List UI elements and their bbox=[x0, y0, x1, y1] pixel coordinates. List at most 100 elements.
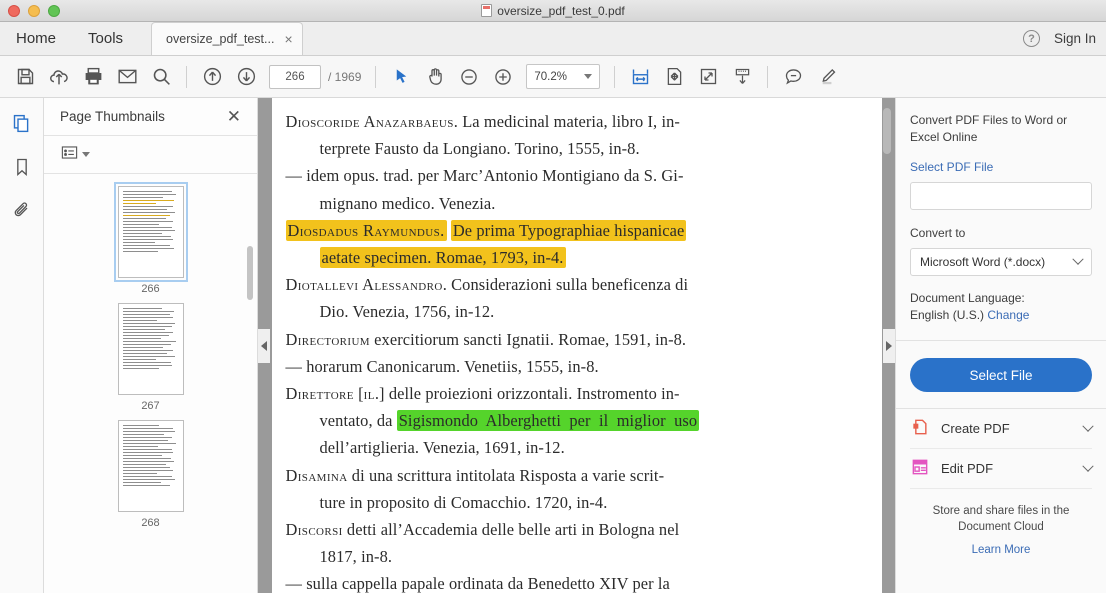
next-page-icon[interactable] bbox=[229, 60, 263, 94]
doc-line: Diotallevi Alessandro. Considerazioni su… bbox=[285, 275, 689, 295]
menu-tools[interactable]: Tools bbox=[72, 22, 139, 55]
upload-cloud-icon[interactable] bbox=[42, 60, 76, 94]
zoom-level-dropdown[interactable]: 70.2% bbox=[526, 64, 601, 89]
window-titlebar: oversize_pdf_test_0.pdf bbox=[0, 0, 1106, 22]
hand-pan-icon[interactable] bbox=[418, 60, 452, 94]
edit-pdf-label: Edit PDF bbox=[941, 461, 994, 476]
doc-line: — idem opus. trad. per Marc’Antonio Mont… bbox=[285, 166, 684, 186]
edit-pdf-row[interactable]: Edit PDF bbox=[910, 449, 1094, 489]
document-view[interactable]: Dioscoride Anazarbaeus. La medicinal mat… bbox=[258, 98, 895, 593]
app-body: Page Thumbnails ✕ 266 267 268 Dioscoride… bbox=[0, 98, 1106, 593]
sign-in-button[interactable]: Sign In bbox=[1054, 31, 1096, 46]
chevron-down-icon bbox=[1082, 460, 1094, 472]
doc-line: ture in proposito di Comacchio. 1720, in… bbox=[319, 492, 608, 512]
doc-line: — horarum Canonicarum. Venetiis, 1555, i… bbox=[285, 356, 599, 376]
doc-line: Direttore [il.] delle proiezioni orizzon… bbox=[285, 384, 680, 404]
doc-line: dell’artiglieria. Venezia, 1691, in-12. bbox=[319, 438, 565, 458]
account-area: ? Sign In bbox=[1022, 22, 1096, 55]
doc-line: Directorium exercitiorum sancti Ignatii.… bbox=[285, 329, 687, 349]
doc-line: ventato, da Sigismondo Alberghetti per i… bbox=[319, 410, 700, 432]
thumbnail-page-number: 266 bbox=[141, 283, 160, 295]
full-screen-icon[interactable] bbox=[691, 60, 725, 94]
document-language-value: English (U.S.) bbox=[910, 308, 985, 322]
document-scrollbar-thumb[interactable] bbox=[883, 108, 891, 154]
chevron-left-icon bbox=[261, 340, 267, 351]
tab-close-icon[interactable]: × bbox=[284, 31, 292, 47]
thumbnail-item[interactable]: 267 bbox=[44, 303, 257, 412]
right-tools-panel: Convert PDF Files to Word or Excel Onlin… bbox=[895, 98, 1106, 593]
menu-home[interactable]: Home bbox=[0, 22, 72, 55]
convert-to-dropdown[interactable]: Microsoft Word (*.docx) bbox=[910, 248, 1092, 276]
toolbar-separator bbox=[186, 65, 187, 88]
tab-document[interactable]: oversize_pdf_test... × bbox=[151, 22, 303, 55]
highlighter-icon[interactable] bbox=[810, 60, 844, 94]
create-pdf-icon bbox=[910, 417, 930, 440]
edit-pdf-icon bbox=[910, 457, 930, 480]
doc-line: 1817, in-8. bbox=[319, 547, 393, 567]
thumbnail-page-image[interactable] bbox=[113, 182, 188, 282]
left-rail bbox=[0, 98, 44, 593]
document-language: Document Language: English (U.S.) Change bbox=[910, 290, 1092, 324]
thumbnail-item[interactable]: 268 bbox=[44, 420, 257, 529]
print-icon[interactable] bbox=[76, 60, 110, 94]
comment-icon[interactable] bbox=[776, 60, 810, 94]
acrobat-window: oversize_pdf_test_0.pdf Home Tools overs… bbox=[0, 0, 1106, 593]
create-pdf-label: Create PDF bbox=[941, 421, 1010, 436]
doc-line: terprete Fausto da Longiano. Torino, 155… bbox=[319, 139, 640, 159]
toolbar-separator-2 bbox=[375, 65, 377, 88]
thumbnail-page-number: 267 bbox=[141, 400, 160, 412]
help-icon[interactable]: ? bbox=[1022, 30, 1040, 47]
search-icon[interactable] bbox=[144, 60, 178, 94]
thumbnails-scrollbar[interactable] bbox=[247, 246, 253, 300]
bookmark-icon[interactable] bbox=[7, 152, 37, 182]
chevron-down-icon bbox=[1072, 253, 1084, 265]
email-icon[interactable] bbox=[110, 60, 144, 94]
scroll-down-icon[interactable] bbox=[725, 60, 759, 94]
paperclip-icon[interactable] bbox=[7, 196, 37, 226]
list-options-icon[interactable] bbox=[60, 143, 79, 167]
save-icon[interactable] bbox=[8, 60, 42, 94]
select-pdf-file-link[interactable]: Select PDF File bbox=[910, 160, 1092, 174]
learn-more-link[interactable]: Learn More bbox=[910, 544, 1092, 556]
pdf-document-icon bbox=[481, 4, 493, 17]
close-icon[interactable]: ✕ bbox=[227, 108, 241, 125]
select-file-button[interactable]: Select File bbox=[910, 358, 1092, 392]
page-total-label: / 1969 bbox=[328, 69, 362, 84]
pdf-file-input[interactable] bbox=[910, 182, 1092, 210]
zoom-out-icon[interactable] bbox=[452, 60, 486, 94]
zoom-in-icon[interactable] bbox=[486, 60, 520, 94]
cursor-select-icon[interactable] bbox=[384, 60, 418, 94]
convert-to-label: Convert to bbox=[910, 226, 966, 240]
thumbnails-list[interactable]: 266 267 268 bbox=[44, 174, 257, 593]
change-language-link[interactable]: Change bbox=[987, 308, 1029, 322]
chevron-down-icon bbox=[1082, 420, 1094, 432]
thumbnail-item[interactable]: 266 bbox=[44, 182, 257, 295]
doc-line: — sulla cappella papale ordinata da Bene… bbox=[285, 574, 670, 593]
doc-line: Diosdadus Raymundus. De prima Typographi… bbox=[285, 219, 687, 241]
thumbnail-page-image[interactable] bbox=[117, 420, 184, 512]
convert-to-value: Microsoft Word (*.docx) bbox=[920, 255, 1046, 269]
previous-page-icon[interactable] bbox=[195, 60, 229, 94]
window-title-text: oversize_pdf_test_0.pdf bbox=[497, 3, 625, 18]
thumbnails-panel-title: Page Thumbnails bbox=[60, 109, 165, 124]
page-thumbnails-icon[interactable] bbox=[7, 108, 37, 138]
document-scrollbar[interactable] bbox=[883, 98, 891, 593]
fit-width-icon[interactable] bbox=[623, 60, 657, 94]
toolbar-separator-4 bbox=[767, 65, 769, 88]
fit-page-icon[interactable] bbox=[657, 60, 691, 94]
window-title: oversize_pdf_test_0.pdf bbox=[0, 0, 1106, 22]
chevron-down-icon bbox=[584, 74, 593, 79]
tab-bar: Home Tools oversize_pdf_test... × ? Sign… bbox=[0, 22, 1106, 56]
convert-panel-heading: Convert PDF Files to Word or Excel Onlin… bbox=[910, 113, 1068, 144]
chevron-down-icon[interactable] bbox=[82, 152, 90, 157]
page-thumbnails-panel: Page Thumbnails ✕ 266 267 268 bbox=[44, 98, 258, 593]
thumbnail-page-image[interactable] bbox=[117, 303, 184, 395]
tab-label: oversize_pdf_test... bbox=[166, 32, 275, 46]
thumbnail-page-number: 268 bbox=[141, 517, 160, 529]
page-number-input[interactable] bbox=[269, 64, 321, 89]
create-pdf-row[interactable]: Create PDF bbox=[910, 409, 1094, 449]
document-cloud-message: Store and share files in the Document Cl… bbox=[932, 505, 1070, 533]
pdf-page-text: Dioscoride Anazarbaeus. La medicinal mat… bbox=[285, 108, 864, 593]
previous-page-arrow[interactable] bbox=[258, 328, 270, 363]
page-navigation: / 1969 bbox=[269, 64, 362, 89]
